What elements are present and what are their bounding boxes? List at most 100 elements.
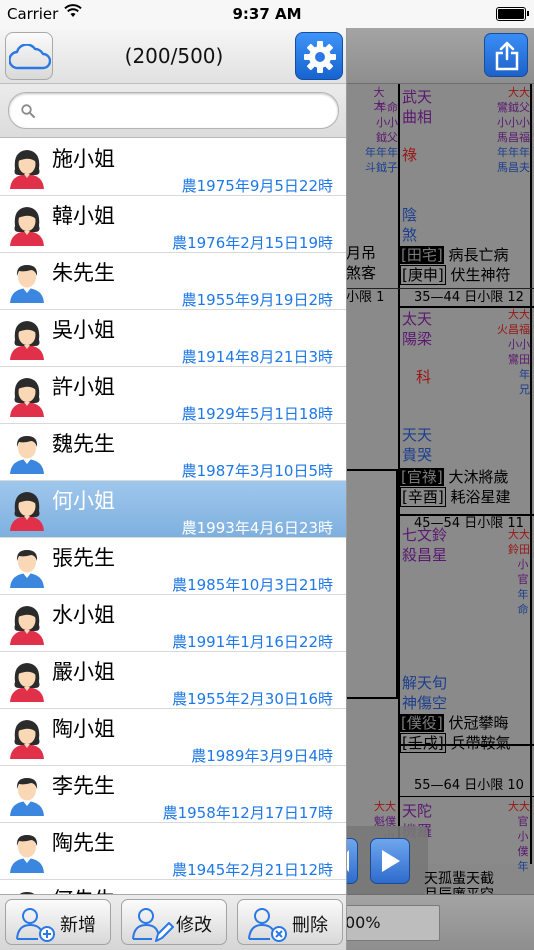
chart-small-text: 命 — [517, 603, 529, 616]
chart-range: 55—64 日小限 10 — [414, 778, 524, 793]
delete-person-button[interactable]: 刪除 — [237, 899, 343, 945]
male-avatar-icon — [5, 772, 49, 818]
previous-button[interactable] — [346, 838, 358, 884]
person-birth-date: 農1945年2月21日12時 — [172, 861, 333, 879]
person-row[interactable]: 韓小姐農1976年2月15日19時 — [0, 196, 346, 253]
chart-minor-star: 煞 — [402, 226, 418, 244]
person-row[interactable]: 水小姐 農1991年1月16日22時 — [0, 595, 346, 652]
person-name: 魏先生 — [52, 432, 115, 456]
chart-small-text: 年年年 — [365, 146, 398, 159]
person-name: 許小姐 — [52, 375, 115, 399]
add-label: 新增 — [60, 915, 96, 936]
chart-fragment: 月吊 — [346, 244, 377, 262]
chart-small-text: 兄 — [519, 383, 530, 396]
person-row[interactable]: 何小姐農1993年4月6日23時 — [0, 481, 346, 538]
person-row[interactable]: 何先生 — [0, 880, 346, 894]
chart-main-star: 武天 — [402, 88, 433, 106]
person-row[interactable]: 吳小姐 農1914年8月21日3時 — [0, 310, 346, 367]
person-birth-date: 農1987年3月10日5時 — [181, 462, 333, 480]
person-name: 吳小姐 — [52, 318, 115, 342]
chart-small-text: 僕 — [517, 845, 529, 858]
astrology-chart-grid: 大大 羊命 小小 鉞父 年年年 斗鉞子 月吊 煞客 小限 1 武天 曲相 祿 陰… — [346, 84, 534, 873]
chart-range: 35—44 日小限 12 — [414, 290, 524, 305]
chart-small-text: 年 — [517, 588, 529, 601]
chart-small-text: 大大 — [508, 86, 530, 99]
chart-hua: 科 — [416, 368, 432, 386]
male-avatar-icon — [5, 544, 49, 590]
chart-hua: 祿 — [402, 146, 418, 164]
chart-small-text: 官 — [517, 815, 529, 828]
male-avatar-icon — [5, 259, 49, 305]
male-avatar-icon — [5, 430, 49, 476]
person-birth-date: 農1955年9月19日2時 — [181, 291, 333, 309]
chart-small-text: 鸞鉞父 — [497, 101, 530, 114]
search-icon — [21, 104, 35, 118]
female-avatar-icon — [5, 658, 49, 704]
search-field[interactable] — [8, 92, 339, 129]
cloud-sync-button[interactable] — [5, 32, 53, 80]
chart-small-text: 官 — [517, 573, 529, 586]
person-row[interactable]: 嚴小姐 農1955年2月30日16時 — [0, 652, 346, 709]
edit-person-button[interactable]: 修改 — [121, 899, 227, 945]
chart-small-text: 大大 — [508, 308, 530, 321]
chart-small-text: 火昌福 — [497, 323, 530, 336]
chart-main-star: 曲相 — [402, 108, 433, 126]
chart-palace: [官祿] 大沐將歲 — [400, 468, 509, 486]
chart-small-text: 小 — [517, 830, 529, 843]
chart-small-text: 小小小 — [497, 116, 530, 129]
search-input[interactable] — [41, 99, 331, 123]
person-birth-date: 農1976年2月15日19時 — [172, 234, 333, 252]
person-row[interactable]: 陶小姐農1989年3月9日4時 — [0, 709, 346, 766]
navbar: (200/500) — [0, 28, 346, 84]
person-name: 何小姐 — [52, 489, 115, 513]
share-button[interactable] — [484, 33, 528, 77]
chart-divider — [398, 796, 534, 797]
chart-small-text: 大大 — [508, 800, 530, 813]
chart-main-star: 七文鈴 — [402, 526, 448, 544]
chart-palace: [僕役] 伏冠攀晦 — [400, 714, 509, 732]
chart-main-star: 陽梁 — [402, 330, 433, 348]
person-row[interactable]: 張先生 農1985年10月3日21時 — [0, 538, 346, 595]
chart-minor-star: 神傷空 — [402, 694, 448, 712]
female-avatar-icon — [5, 601, 49, 647]
chart-palace: [田宅] 病長亡病 — [400, 246, 509, 264]
chart-minor-star: 貴哭 — [402, 446, 433, 464]
person-birth-date: 農1989年3月9日4時 — [191, 747, 333, 765]
chart-minor-star: 陰 — [402, 206, 418, 224]
person-row[interactable]: 朱先生農1955年9月19日2時 — [0, 253, 346, 310]
chart-divider — [530, 84, 532, 864]
playback-controls — [346, 826, 428, 894]
chart-small-text: 大大 — [374, 800, 396, 813]
add-person-button[interactable]: 新增 — [5, 899, 111, 945]
person-name: 陶先生 — [52, 831, 115, 855]
chart-minor-star: 解天旬 — [402, 674, 448, 692]
chart-small-text: 年年年 — [497, 146, 530, 159]
next-button[interactable] — [370, 838, 410, 884]
person-name: 李先生 — [52, 774, 115, 798]
person-row[interactable]: 陶先生農1945年2月21日12時 — [0, 823, 346, 880]
delete-user-icon — [248, 908, 287, 942]
chart-small-text: 年 — [517, 860, 529, 873]
record-count: (200/500) — [124, 44, 224, 68]
background-chart-view: 大大 羊命 小小 鉞父 年年年 斗鉞子 月吊 煞客 小限 1 武天 曲相 祿 陰… — [346, 28, 534, 950]
person-row[interactable]: 許小姐 農1929年5月1日18時 — [0, 367, 346, 424]
male-avatar-icon — [5, 829, 49, 875]
chart-small-text: 小 — [517, 558, 529, 571]
settings-button[interactable] — [295, 32, 343, 80]
chart-stem: [壬戌] 兵帶鞍氣 — [400, 733, 511, 753]
person-row[interactable]: 施小姐 農1975年9月5日22時 — [0, 139, 346, 196]
person-name: 水小姐 — [52, 603, 115, 627]
person-name: 陶小姐 — [52, 717, 115, 741]
person-name: 韓小姐 — [52, 204, 115, 228]
edit-label: 修改 — [176, 915, 212, 936]
chart-divider — [346, 697, 398, 699]
female-avatar-icon — [5, 202, 49, 248]
chart-divider — [396, 469, 398, 699]
person-birth-date: 農1993年4月6日23時 — [181, 519, 333, 537]
person-name: 朱先生 — [52, 261, 115, 285]
person-row[interactable]: 李先生 農1958年12月17日17時 — [0, 766, 346, 823]
zoom-field[interactable]: 00% — [346, 905, 440, 941]
clock: 9:37 AM — [232, 5, 302, 23]
person-row[interactable]: 魏先生農1987年3月10日5時 — [0, 424, 346, 481]
person-birth-date: 農1955年2月30日16時 — [172, 690, 333, 708]
